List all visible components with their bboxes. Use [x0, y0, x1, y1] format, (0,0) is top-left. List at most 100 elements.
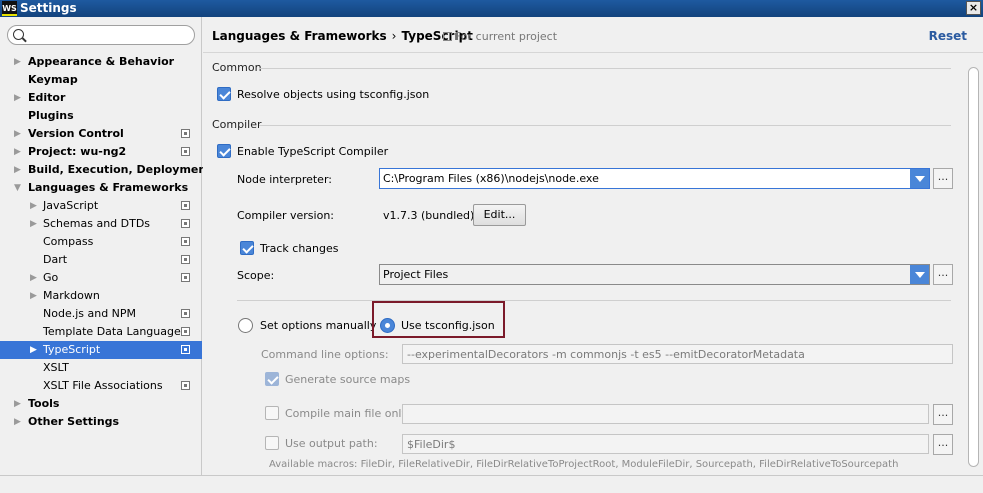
sidebar-item-label: TypeScript [43, 343, 101, 356]
sidebar-item-editor[interactable]: ▶ Editor [0, 89, 202, 107]
project-scope-hint: For current project [443, 30, 557, 43]
sidebar-item-label: Markdown [43, 289, 100, 302]
expand-right-icon[interactable]: ▶ [14, 143, 24, 161]
enable-compiler-label: Enable TypeScript Compiler [237, 145, 389, 158]
sidebar-item-go[interactable]: ▶ Go [0, 269, 202, 287]
webstorm-logo-icon: WS [2, 1, 17, 16]
compiler-divider [259, 125, 951, 126]
sidebar-item-tools[interactable]: ▶ Tools [0, 395, 202, 413]
sidebar-item-label: XSLT [43, 361, 69, 374]
scope-label: Scope: [237, 269, 275, 282]
expand-right-icon[interactable]: ▶ [14, 125, 24, 143]
sidebar-item-label: JavaScript [43, 199, 99, 212]
project-level-icon [181, 129, 190, 138]
content-scrollbar[interactable] [967, 53, 980, 473]
sidebar-item-label: Languages & Frameworks [28, 181, 189, 194]
sidebar-item-project-wu-ng2[interactable]: ▶ Project: wu-ng2 [0, 143, 202, 161]
use-output-path-field[interactable]: $FileDir$ [402, 434, 929, 454]
sidebar-item-node-js-and-npm[interactable]: Node.js and NPM [0, 305, 202, 323]
expand-right-icon[interactable]: ▶ [14, 89, 24, 107]
track-changes-checkbox[interactable] [240, 241, 254, 255]
sidebar-item-typescript[interactable]: ▶ TypeScript [0, 341, 202, 359]
settings-tree: ▶ Appearance & Behavior Keymap ▶ Editor Plugi… [0, 53, 211, 431]
sidebar-item-label: Other Settings [28, 415, 120, 428]
node-interpreter-browse-button[interactable]: ... [933, 168, 953, 189]
settings-sidebar: ▶ Appearance & Behavior Keymap ▶ Editor Plugi… [0, 17, 211, 475]
sidebar-item-label: Node.js and NPM [43, 307, 137, 320]
project-level-icon [181, 381, 190, 390]
content-header: Languages & Frameworks › TypeScript For cu… [203, 17, 983, 53]
expand-right-icon[interactable]: ▶ [30, 287, 40, 305]
expand-right-icon[interactable]: ▶ [30, 215, 40, 233]
generate-source-maps-checkbox[interactable] [265, 372, 279, 386]
expand-right-icon[interactable]: ▶ [30, 197, 40, 215]
reset-link[interactable]: Reset [929, 29, 967, 43]
expand-right-icon[interactable]: ▶ [14, 53, 24, 71]
sidebar-item-build-execution-deployment[interactable]: ▶ Build, Execution, Deployment [0, 161, 211, 179]
expand-right-icon[interactable]: ▶ [30, 269, 40, 287]
project-scope-icon [443, 32, 452, 41]
resolve-objects-checkbox[interactable] [217, 87, 231, 101]
sidebar-item-label: Plugins [28, 109, 74, 122]
project-level-icon [181, 255, 190, 264]
project-level-icon [181, 147, 190, 156]
use-output-path-browse-button[interactable]: ... [933, 434, 953, 455]
command-line-field[interactable]: --experimentalDecorators -m commonjs -t … [402, 344, 953, 364]
project-level-icon [181, 309, 190, 318]
scope-divider [237, 300, 951, 301]
expand-right-icon[interactable]: ▶ [30, 341, 40, 359]
node-interpreter-select[interactable]: C:\Program Files (x86)\nodejs\node.exe [379, 168, 930, 189]
available-macros-text: Available macros: FileDir, FileRelativeD… [269, 459, 899, 470]
breadcrumb: Languages & Frameworks › TypeScript [212, 29, 473, 43]
sidebar-item-markdown[interactable]: ▶ Markdown [0, 287, 202, 305]
project-level-icon [181, 273, 190, 282]
expand-right-icon[interactable]: ▶ [14, 161, 24, 179]
expand-right-icon[interactable]: ▶ [14, 413, 24, 431]
use-tsconfig-radio[interactable] [380, 318, 395, 333]
scope-value: Project Files [383, 268, 449, 281]
sidebar-item-xslt-file-associations[interactable]: XSLT File Associations [0, 377, 202, 395]
command-line-label: Command line options: [261, 348, 389, 361]
sidebar-item-dart[interactable]: Dart [0, 251, 202, 269]
sidebar-item-compass[interactable]: Compass [0, 233, 202, 251]
sidebar-item-other-settings[interactable]: ▶ Other Settings [0, 413, 202, 431]
set-options-manually-radio[interactable] [238, 318, 253, 333]
sidebar-item-keymap[interactable]: Keymap [0, 71, 202, 89]
compile-main-browse-button[interactable]: ... [933, 404, 953, 425]
settings-dialog: WS Settings × ▶ Appearance & Behavior Keym… [0, 0, 983, 493]
sidebar-item-version-control[interactable]: ▶ Version Control [0, 125, 202, 143]
enable-compiler-checkbox[interactable] [217, 144, 231, 158]
chevron-down-icon[interactable] [910, 169, 929, 188]
scope-hint-text: For current project [455, 30, 558, 43]
sidebar-item-template-data-languages[interactable]: Template Data Languages [0, 323, 202, 341]
sidebar-item-label: Template Data Languages [43, 325, 187, 338]
sidebar-item-javascript[interactable]: ▶ JavaScript [0, 197, 202, 215]
chevron-down-icon[interactable] [910, 265, 929, 284]
sidebar-item-label: Go [43, 271, 59, 284]
compiler-version-label: Compiler version: [237, 209, 335, 222]
expand-right-icon[interactable]: ▶ [14, 395, 24, 413]
compile-main-field[interactable] [402, 404, 929, 424]
compile-main-label: Compile main file only: [285, 407, 411, 420]
sidebar-item-schemas-and-dtds[interactable]: ▶ Schemas and DTDs [0, 215, 202, 233]
close-button[interactable]: × [966, 1, 981, 15]
sidebar-item-languages-frameworks[interactable]: ▼ Languages & Frameworks [0, 179, 202, 197]
expand-down-icon[interactable]: ▼ [14, 179, 24, 197]
sidebar-item-plugins[interactable]: Plugins [0, 107, 202, 125]
generate-source-maps-label: Generate source maps [285, 373, 411, 386]
settings-search-input[interactable] [7, 25, 195, 45]
use-output-path-label: Use output path: [285, 437, 378, 450]
use-output-path-checkbox[interactable] [265, 436, 279, 450]
scope-browse-button[interactable]: ... [933, 264, 953, 285]
scope-select[interactable]: Project Files [379, 264, 930, 285]
project-level-icon [181, 201, 190, 210]
sidebar-item-label: Project: wu-ng2 [28, 145, 127, 158]
sidebar-item-label: Keymap [28, 73, 78, 86]
sidebar-item-appearance-behavior[interactable]: ▶ Appearance & Behavior [0, 53, 202, 71]
scrollbar-thumb[interactable] [968, 67, 979, 467]
sidebar-item-xslt[interactable]: XSLT [0, 359, 202, 377]
compile-main-checkbox[interactable] [265, 406, 279, 420]
use-tsconfig-label: Use tsconfig.json [401, 319, 495, 332]
edit-compiler-button[interactable]: Edit... [473, 204, 526, 226]
sidebar-item-label: Build, Execution, Deployment [28, 163, 212, 176]
